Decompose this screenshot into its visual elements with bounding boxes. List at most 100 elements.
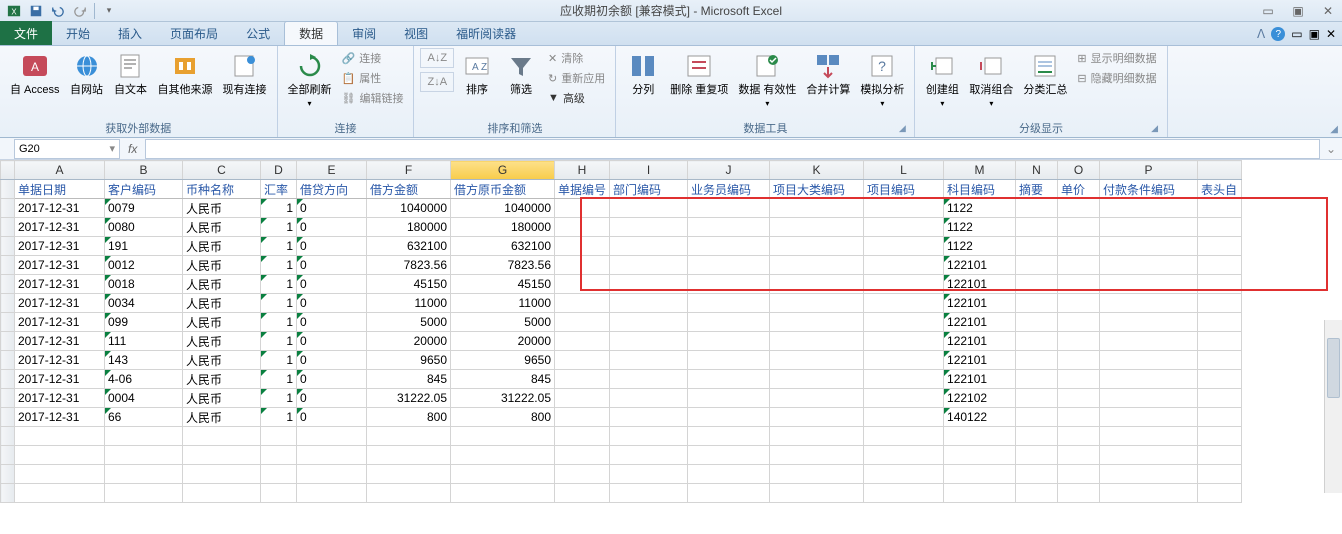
column-header[interactable]: L	[864, 161, 944, 180]
cell[interactable]	[610, 275, 688, 294]
cell[interactable]	[770, 351, 864, 370]
save-icon[interactable]	[26, 2, 46, 20]
cell[interactable]	[555, 332, 610, 351]
cell[interactable]: 1	[261, 199, 297, 218]
cell[interactable]: 0	[297, 351, 367, 370]
maximize-icon[interactable]: ▣	[1288, 3, 1308, 19]
cell[interactable]: 9650	[451, 351, 555, 370]
cell[interactable]	[864, 218, 944, 237]
cell[interactable]	[105, 446, 183, 465]
help-icon[interactable]: ?	[1271, 27, 1285, 41]
cell[interactable]	[1016, 370, 1058, 389]
cell[interactable]	[1016, 275, 1058, 294]
cell[interactable]: 2017-12-31	[15, 370, 105, 389]
cell[interactable]	[183, 484, 261, 503]
cell[interactable]	[1198, 332, 1242, 351]
cell[interactable]	[555, 275, 610, 294]
cell[interactable]: 122101	[944, 313, 1016, 332]
cell[interactable]	[555, 370, 610, 389]
column-header[interactable]: P	[1100, 161, 1198, 180]
field-header[interactable]: 项目大类编码	[770, 180, 864, 199]
cell[interactable]	[864, 465, 944, 484]
cell[interactable]	[864, 256, 944, 275]
column-header[interactable]: D	[261, 161, 297, 180]
cell[interactable]	[688, 408, 770, 427]
cell[interactable]	[688, 237, 770, 256]
row-header[interactable]	[1, 332, 15, 351]
cell[interactable]	[944, 446, 1016, 465]
cell[interactable]: 0	[297, 313, 367, 332]
cell[interactable]: 9650	[367, 351, 451, 370]
edit-links-button[interactable]: ⛓编辑链接	[338, 88, 408, 108]
column-header[interactable]: A	[15, 161, 105, 180]
cell[interactable]	[770, 237, 864, 256]
cell[interactable]: 1	[261, 275, 297, 294]
cell[interactable]: 1040000	[451, 199, 555, 218]
cell[interactable]	[297, 484, 367, 503]
from-access-button[interactable]: A 自 Access	[6, 48, 64, 99]
cell[interactable]	[1198, 370, 1242, 389]
cell[interactable]	[1058, 313, 1100, 332]
cell[interactable]	[261, 446, 297, 465]
cell[interactable]	[1016, 256, 1058, 275]
cell[interactable]: 人民币	[183, 389, 261, 408]
cell[interactable]: 2017-12-31	[15, 408, 105, 427]
row-header[interactable]	[1, 389, 15, 408]
cell[interactable]	[1058, 370, 1100, 389]
cell[interactable]: 0	[297, 256, 367, 275]
cell[interactable]: 0004	[105, 389, 183, 408]
cell[interactable]	[15, 427, 105, 446]
refresh-all-button[interactable]: 全部刷新▾	[284, 48, 336, 111]
cell[interactable]	[1016, 199, 1058, 218]
cell[interactable]: 1	[261, 218, 297, 237]
column-header[interactable]: O	[1058, 161, 1100, 180]
cell[interactable]	[367, 465, 451, 484]
cell[interactable]	[688, 446, 770, 465]
cell[interactable]: 11000	[367, 294, 451, 313]
cell[interactable]	[944, 427, 1016, 446]
cell[interactable]	[610, 294, 688, 313]
hide-detail-button[interactable]: ⊟隐藏明细数据	[1073, 68, 1160, 88]
cell[interactable]	[864, 351, 944, 370]
field-header[interactable]: 摘要	[1016, 180, 1058, 199]
cell[interactable]	[105, 465, 183, 484]
fx-button[interactable]: fx	[128, 142, 137, 156]
sort-button[interactable]: AZ 排序	[456, 48, 498, 99]
row-header[interactable]	[1, 446, 15, 465]
cell[interactable]: 122102	[944, 389, 1016, 408]
cell[interactable]: 0	[297, 218, 367, 237]
cell[interactable]	[15, 484, 105, 503]
cell[interactable]	[770, 484, 864, 503]
redo-icon[interactable]	[70, 2, 90, 20]
cell[interactable]: 800	[367, 408, 451, 427]
cell[interactable]: 2017-12-31	[15, 332, 105, 351]
column-header[interactable]: M	[944, 161, 1016, 180]
cell[interactable]	[688, 332, 770, 351]
cell[interactable]	[183, 446, 261, 465]
cell[interactable]: 1122	[944, 199, 1016, 218]
cell[interactable]	[688, 313, 770, 332]
cell[interactable]	[1100, 484, 1198, 503]
cell[interactable]: 人民币	[183, 218, 261, 237]
cell[interactable]	[1016, 351, 1058, 370]
cell[interactable]	[1198, 408, 1242, 427]
cell[interactable]	[610, 408, 688, 427]
column-header[interactable]: J	[688, 161, 770, 180]
cell[interactable]	[1198, 351, 1242, 370]
row-header[interactable]	[1, 218, 15, 237]
cell[interactable]: 0	[297, 275, 367, 294]
cell[interactable]	[183, 427, 261, 446]
cell[interactable]	[261, 427, 297, 446]
cell[interactable]: 111	[105, 332, 183, 351]
row-header[interactable]	[1, 256, 15, 275]
cell[interactable]: 人民币	[183, 313, 261, 332]
cell[interactable]	[864, 313, 944, 332]
cell[interactable]	[1016, 389, 1058, 408]
cell[interactable]: 人民币	[183, 408, 261, 427]
cell[interactable]: 1	[261, 256, 297, 275]
filter-button[interactable]: 筛选	[500, 48, 542, 99]
cell[interactable]: 0034	[105, 294, 183, 313]
cell[interactable]: 1	[261, 351, 297, 370]
cell[interactable]	[555, 465, 610, 484]
cell[interactable]: 2017-12-31	[15, 275, 105, 294]
